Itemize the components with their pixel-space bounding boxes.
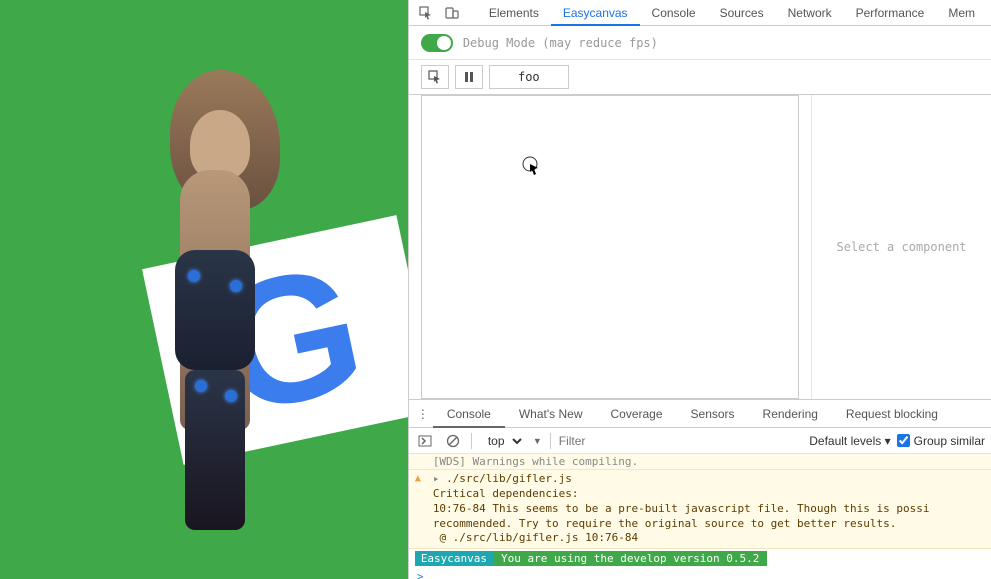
drawer-tab-rendering[interactable]: Rendering [749, 400, 832, 428]
inspect-icon[interactable] [413, 0, 439, 26]
drawer-menu-icon[interactable]: ⋮ [413, 407, 433, 421]
tab-elements[interactable]: Elements [477, 0, 551, 26]
selected-item-label: foo [489, 65, 569, 89]
debug-mode-toggle[interactable] [421, 34, 453, 52]
tab-performance[interactable]: Performance [844, 0, 937, 26]
device-icon[interactable] [439, 0, 465, 26]
component-details-placeholder: Select a component [811, 95, 991, 399]
console-sidebar-icon[interactable] [415, 431, 435, 451]
console-log-line: [WDS] Warnings while compiling. [409, 454, 991, 470]
version-message: You are using the develop version 0.5.2 [493, 551, 767, 566]
easycanvas-badge: Easycanvas [415, 551, 493, 566]
devtools-panel: Elements Easycanvas Console Sources Netw… [408, 0, 991, 579]
clear-console-icon[interactable] [443, 431, 463, 451]
easycanvas-controls: foo [409, 60, 991, 94]
devtools-tabbar: Elements Easycanvas Console Sources Netw… [409, 0, 991, 26]
group-similar-label: Group similar [914, 434, 985, 448]
tab-network[interactable]: Network [776, 0, 844, 26]
drawer-tab-coverage[interactable]: Coverage [596, 400, 676, 428]
canvas-preview: G [0, 0, 408, 579]
pause-button[interactable] [455, 65, 483, 89]
tab-sources[interactable]: Sources [708, 0, 776, 26]
select-element-button[interactable] [421, 65, 449, 89]
devtools-drawer: ⋮ Console What's New Coverage Sensors Re… [409, 399, 991, 579]
easycanvas-main: Select a component [409, 94, 991, 399]
console-warning[interactable]: ▸ ./src/lib/gifler.js Critical dependenc… [409, 470, 991, 549]
component-tree[interactable] [421, 95, 799, 399]
console-log-area: [WDS] Warnings while compiling. ▸ ./src/… [409, 454, 991, 579]
tab-console[interactable]: Console [640, 0, 708, 26]
drawer-tab-sensors[interactable]: Sensors [677, 400, 749, 428]
console-info: Easycanvas You are using the develop ver… [409, 549, 991, 568]
tab-easycanvas[interactable]: Easycanvas [551, 0, 640, 26]
easycanvas-toolbar: Debug Mode (may reduce fps) [409, 26, 991, 60]
drawer-tab-whatsnew[interactable]: What's New [505, 400, 597, 428]
log-levels-select[interactable]: Default levels ▾ [809, 434, 890, 448]
drawer-tab-requestblocking[interactable]: Request blocking [832, 400, 952, 428]
tab-memory[interactable]: Mem [936, 0, 987, 26]
drawer-tabbar: ⋮ Console What's New Coverage Sensors Re… [409, 400, 991, 428]
console-context-select[interactable]: top [480, 431, 525, 451]
drawer-tab-console[interactable]: Console [433, 400, 505, 428]
console-toolbar: top ▼ Default levels ▾ Group similar [409, 428, 991, 454]
character-sprite [140, 70, 340, 560]
console-prompt[interactable]: > [409, 568, 991, 579]
group-similar-checkbox[interactable]: Group similar [897, 434, 985, 448]
debug-mode-label: Debug Mode (may reduce fps) [463, 36, 658, 50]
cursor-icon [522, 156, 542, 176]
console-filter-input[interactable] [559, 434, 714, 448]
chevron-down-icon: ▼ [533, 436, 542, 446]
